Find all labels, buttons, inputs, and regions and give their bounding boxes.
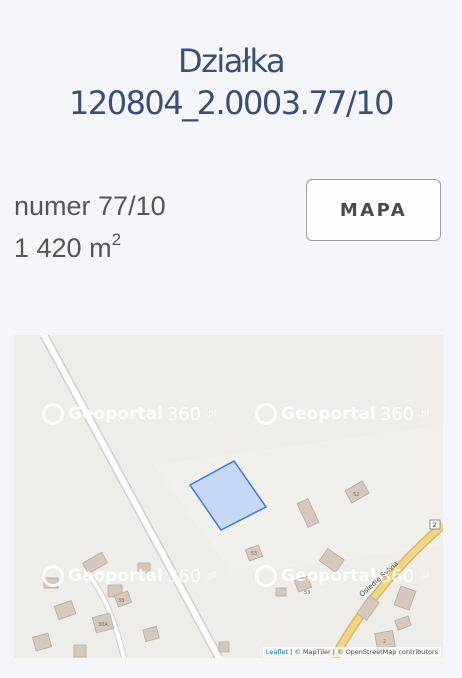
geoportal-logo-icon bbox=[255, 565, 277, 587]
watermark-tld: .pl bbox=[205, 571, 217, 581]
watermark-suffix: 360 bbox=[379, 403, 415, 425]
attribution-text: | © MapTiler | © OpenStreetMap contribut… bbox=[288, 648, 438, 656]
building bbox=[275, 587, 287, 597]
building bbox=[53, 599, 77, 621]
geoportal-logo-icon bbox=[42, 565, 64, 587]
house-number: 2 bbox=[383, 639, 386, 645]
watermark-suffix: 360 bbox=[379, 565, 415, 587]
leaflet-link[interactable]: Leaflet bbox=[266, 648, 288, 656]
house-number: 38 bbox=[118, 598, 124, 604]
page-title: Działka 120804_2.0003.77/10 bbox=[0, 40, 462, 124]
watermark: Geoportal 360 .pl bbox=[42, 403, 216, 425]
watermark-tld: .pl bbox=[205, 409, 217, 419]
parcel-number: numer 77/10 bbox=[14, 191, 166, 221]
house-number: 53 bbox=[304, 590, 310, 596]
parcel-info: numer 77/10 1 420 m2 bbox=[14, 185, 166, 269]
building bbox=[31, 632, 53, 652]
house-number: 38A bbox=[98, 622, 108, 628]
map-view[interactable]: Osiedle Sylvia 2 52 53 55 38 38A 2 Geopo… bbox=[14, 335, 443, 658]
watermark-tld: .pl bbox=[418, 571, 430, 581]
watermark-suffix: 360 bbox=[166, 403, 202, 425]
house-number: 52 bbox=[353, 492, 359, 498]
geoportal-logo-icon bbox=[42, 403, 64, 425]
map-canvas: Osiedle Sylvia 2 52 53 55 38 38A 2 bbox=[31, 335, 443, 658]
watermark: Geoportal 360 .pl bbox=[255, 403, 429, 425]
map-button[interactable]: MAPA bbox=[306, 179, 441, 241]
watermark-brand: Geoportal bbox=[68, 404, 163, 424]
terrain-area bbox=[154, 425, 443, 575]
watermark: Geoportal 360 .pl bbox=[255, 565, 429, 587]
geoportal-logo-icon bbox=[255, 403, 277, 425]
house-number: 55 bbox=[251, 551, 257, 557]
route-number: 2 bbox=[433, 521, 437, 529]
watermark-suffix: 360 bbox=[166, 565, 202, 587]
watermark-brand: Geoportal bbox=[281, 566, 376, 586]
watermark-brand: Geoportal bbox=[68, 566, 163, 586]
parcel-area-value: 1 420 m bbox=[14, 233, 112, 263]
building bbox=[142, 625, 160, 643]
building bbox=[73, 644, 87, 658]
map-attribution: Leaflet | © MapTiler | © OpenStreetMap c… bbox=[262, 647, 441, 657]
watermark: Geoportal 360 .pl bbox=[42, 565, 216, 587]
parcel-area-unit-exponent: 2 bbox=[111, 230, 122, 249]
building bbox=[393, 585, 417, 611]
building bbox=[394, 615, 412, 631]
title-line-2: 120804_2.0003.77/10 bbox=[68, 84, 395, 122]
watermark-tld: .pl bbox=[418, 409, 430, 419]
title-line-1: Działka bbox=[177, 42, 286, 80]
watermark-brand: Geoportal bbox=[281, 404, 376, 424]
building bbox=[218, 641, 230, 653]
parcel-area: 1 420 m2 bbox=[14, 227, 166, 269]
